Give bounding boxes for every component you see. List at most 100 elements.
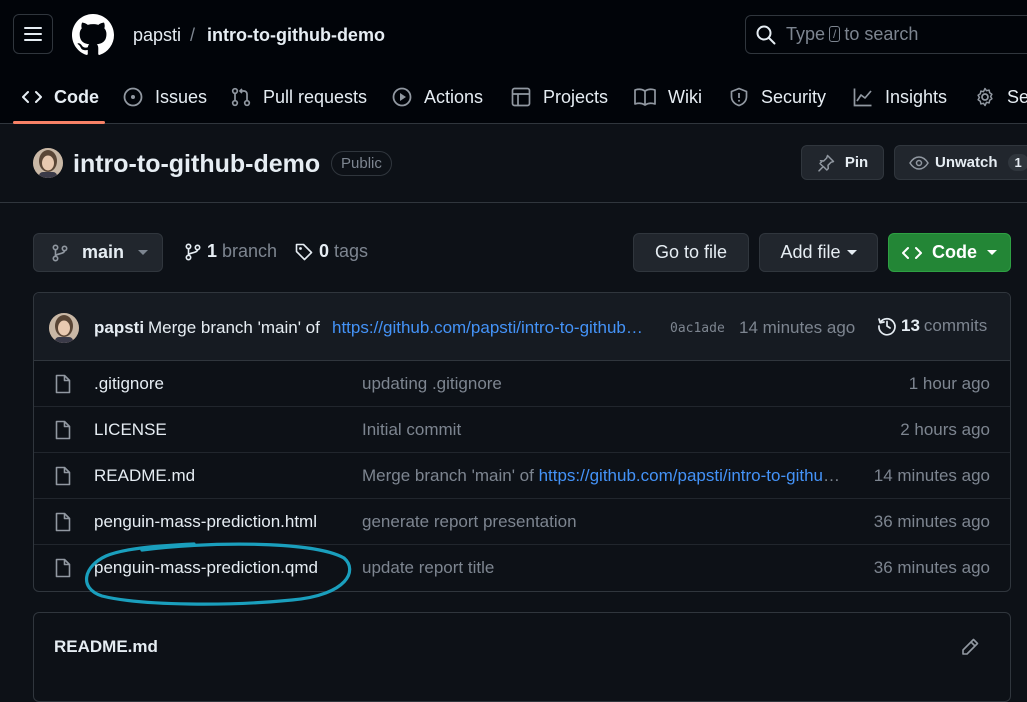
github-logo-icon[interactable]	[72, 14, 114, 56]
commit-time: 14 minutes ago	[739, 318, 856, 337]
search-shortcut-key: /	[829, 25, 841, 42]
branch-selector[interactable]: main	[33, 233, 163, 272]
book-icon	[634, 88, 656, 106]
repo-nav: Code Issues Pull requests Actions Projec…	[0, 70, 1027, 124]
tab-label: Wiki	[668, 86, 702, 107]
file-commit-text: generate report presentation	[362, 512, 577, 531]
go-to-file-button[interactable]: Go to file	[633, 233, 749, 272]
tab-label: Settings	[1007, 86, 1027, 107]
code-label: Code	[932, 242, 977, 262]
tab-label: Projects	[543, 86, 609, 107]
tab-wiki[interactable]: Wiki	[634, 70, 702, 124]
file-icon	[55, 512, 71, 532]
add-file-button[interactable]: Add file	[759, 233, 878, 272]
commit-count: 13	[901, 316, 920, 335]
file-name[interactable]: penguin-mass-prediction.qmd	[94, 558, 318, 578]
file-commit-text: updating .gitignore	[362, 374, 502, 393]
chevron-down-icon	[846, 250, 857, 255]
readme-panel: README.md	[33, 612, 1011, 702]
pin-icon	[817, 154, 835, 172]
file-commit-message[interactable]: updating .gitignore	[362, 374, 847, 394]
pin-button[interactable]: Pin	[801, 145, 884, 180]
commit-author-avatar[interactable]	[49, 313, 79, 343]
latest-commit-bar: papsti Merge branch 'main' of https://gi…	[34, 293, 1010, 361]
file-icon	[55, 466, 71, 486]
pencil-icon[interactable]	[960, 637, 980, 662]
file-commit-message[interactable]: update report title	[362, 558, 847, 578]
file-name[interactable]: README.md	[94, 466, 195, 486]
file-name[interactable]: LICENSE	[94, 420, 167, 440]
repo-name[interactable]: intro-to-github-demo	[73, 149, 320, 179]
tab-projects[interactable]: Projects	[511, 70, 608, 124]
hamburger-icon	[24, 27, 42, 41]
commits-history-link[interactable]: 13 commits	[877, 316, 987, 336]
app-header: papsti / intro-to-github-demo Type / to …	[0, 0, 1027, 124]
commit-sha[interactable]: 0ac1ade	[670, 321, 725, 336]
table-icon	[511, 87, 531, 107]
tags-link[interactable]: 0 tags	[295, 241, 368, 262]
file-commit-text: update report title	[362, 558, 495, 577]
file-time: 36 minutes ago	[873, 558, 990, 577]
commit-message-link[interactable]: https://github.com/papsti/intro-to-githu…	[332, 318, 644, 338]
breadcrumb-owner[interactable]: papsti	[133, 24, 181, 46]
branch-word: branch	[222, 241, 278, 261]
file-row[interactable]: README.md Merge branch 'main' of https:/…	[34, 453, 1010, 499]
shield-icon	[729, 87, 749, 107]
code-icon	[902, 245, 922, 261]
file-row[interactable]: .gitignore updating .gitignore 1 hour ag…	[34, 361, 1010, 407]
file-commit-message[interactable]: Initial commit	[362, 420, 847, 440]
file-row[interactable]: penguin-mass-prediction.qmd update repor…	[34, 545, 1010, 591]
search-placeholder-suffix: to search	[844, 24, 919, 44]
add-file-label: Add file	[780, 242, 841, 262]
tab-settings[interactable]: Settings	[975, 70, 1027, 124]
tab-security[interactable]: Security	[729, 70, 826, 124]
pin-label: Pin	[844, 154, 869, 171]
tab-code[interactable]: Code	[22, 70, 99, 124]
tab-label: Security	[761, 86, 827, 107]
tag-count: 0	[319, 241, 330, 261]
file-commit-message[interactable]: generate report presentation	[362, 512, 847, 532]
tab-label: Code	[54, 86, 99, 107]
gear-icon	[975, 87, 995, 107]
file-icon	[55, 558, 71, 578]
file-row[interactable]: LICENSE Initial commit 2 hours ago	[34, 407, 1010, 453]
tab-label: Pull requests	[263, 86, 368, 107]
commit-word: commits	[923, 316, 988, 335]
visibility-badge: Public	[331, 151, 392, 176]
file-commit-link[interactable]: https://github.com/papsti/intro-to-githu…	[539, 466, 847, 485]
code-icon	[22, 89, 42, 105]
file-icon	[55, 374, 71, 394]
file-name[interactable]: penguin-mass-prediction.html	[94, 512, 317, 532]
file-row[interactable]: penguin-mass-prediction.html generate re…	[34, 499, 1010, 545]
issue-icon	[123, 87, 143, 107]
unwatch-label: Unwatch	[935, 154, 998, 171]
pull-request-icon	[231, 87, 251, 107]
search-icon	[756, 25, 776, 45]
code-button[interactable]: Code	[888, 233, 1011, 272]
file-commit-message[interactable]: Merge branch 'main' of https://github.co…	[362, 466, 847, 486]
file-name[interactable]: .gitignore	[94, 374, 164, 394]
branches-link[interactable]: 1 branch	[185, 241, 277, 262]
breadcrumb-repo[interactable]: intro-to-github-demo	[207, 24, 385, 46]
breadcrumb-separator: /	[190, 25, 196, 45]
play-icon	[392, 87, 412, 107]
menu-button[interactable]	[13, 14, 53, 54]
file-icon	[55, 420, 71, 440]
tab-actions[interactable]: Actions	[392, 70, 483, 124]
branch-count: 1	[207, 241, 218, 261]
repo-title-bar: intro-to-github-demo Public Pin Unwatch …	[0, 125, 1027, 203]
tab-pull-requests[interactable]: Pull requests	[231, 70, 367, 124]
commit-author[interactable]: papsti	[94, 318, 144, 338]
graph-icon	[853, 87, 873, 107]
search-placeholder-prefix: Type	[786, 24, 826, 44]
file-time: 14 minutes ago	[873, 466, 990, 485]
owner-avatar[interactable]	[33, 148, 63, 178]
tab-insights[interactable]: Insights	[853, 70, 947, 124]
readme-title[interactable]: README.md	[54, 637, 158, 657]
unwatch-button[interactable]: Unwatch 1	[894, 145, 1027, 180]
tab-issues[interactable]: Issues	[123, 70, 207, 124]
branch-name: main	[82, 242, 125, 262]
commit-message[interactable]: Merge branch 'main' of	[148, 318, 320, 338]
search-input[interactable]: Type / to search	[745, 15, 1027, 54]
tag-icon	[295, 243, 313, 261]
